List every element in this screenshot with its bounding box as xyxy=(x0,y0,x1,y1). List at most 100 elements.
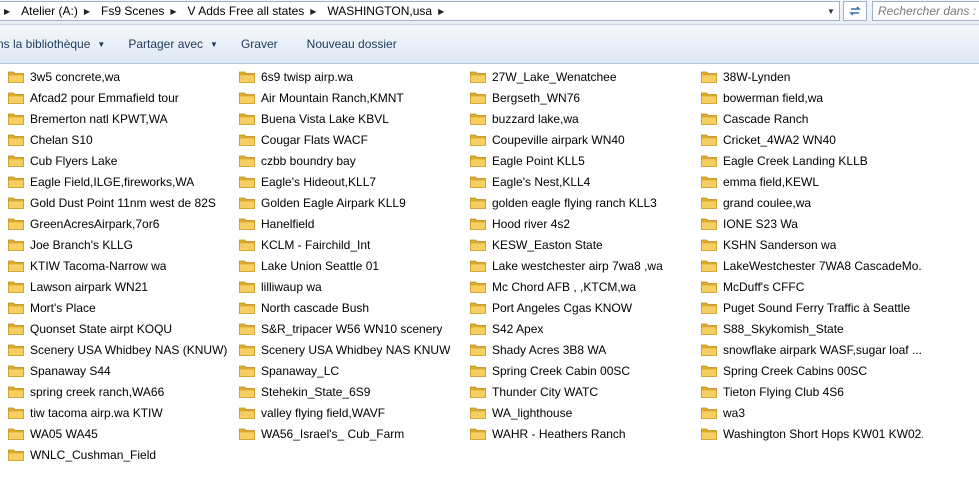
folder-item[interactable]: Hood river 4s2 xyxy=(470,213,690,234)
folder-item[interactable]: Eagle's Hideout,KLL7 xyxy=(239,171,459,192)
search-input[interactable]: Rechercher dans : xyxy=(872,1,979,21)
folder-icon xyxy=(470,407,486,419)
folder-item[interactable]: Scenery USA Whidbey NAS (KNUW) xyxy=(8,339,228,360)
folder-item[interactable]: Spring Creek Cabin 00SC xyxy=(470,360,690,381)
folder-item[interactable]: 6s9 twisp airp.wa xyxy=(239,66,459,87)
chevron-right-icon[interactable]: ▶ xyxy=(310,7,316,16)
folder-item[interactable]: grand coulee,wa xyxy=(701,192,923,213)
folder-item[interactable]: Mort's Place xyxy=(8,297,228,318)
folder-name: buzzard lake,wa xyxy=(492,111,579,126)
refresh-button[interactable] xyxy=(843,1,867,21)
folder-item[interactable]: Cub Flyers Lake xyxy=(8,150,228,171)
folder-item[interactable]: czbb boundry bay xyxy=(239,150,459,171)
new-folder-button[interactable]: Nouveau dossier xyxy=(307,25,397,63)
folder-item[interactable]: Bergseth_WN76 xyxy=(470,87,690,108)
folder-item[interactable]: Eagle Creek Landing KLLB xyxy=(701,150,923,171)
folder-item[interactable]: IONE S23 Wa xyxy=(701,213,923,234)
breadcrumb-item[interactable]: V Adds Free all states ▶ xyxy=(185,1,325,21)
folder-item[interactable]: Joe Branch's KLLG xyxy=(8,234,228,255)
folder-item[interactable]: valley flying field,WAVF xyxy=(239,402,459,423)
folder-item[interactable]: Washington Short Hops KW01 KW02... xyxy=(701,423,923,444)
breadcrumb[interactable]: ▶ Atelier (A:) ▶ Fs9 Scenes ▶ V Adds Free … xyxy=(0,1,840,21)
include-in-library-button[interactable]: ns la bibliothèque ▼ xyxy=(0,25,105,63)
folder-icon xyxy=(701,176,717,188)
folder-name: wa3 xyxy=(723,405,746,420)
folder-item[interactable]: LakeWestchester 7WA8 CascadeMo... xyxy=(701,255,923,276)
breadcrumb-item[interactable]: Fs9 Scenes ▶ xyxy=(98,1,185,21)
folder-item[interactable]: snowflake airpark WASF,sugar loaf ... xyxy=(701,339,923,360)
folder-item[interactable]: 38W-Lynden xyxy=(701,66,923,87)
folder-name: S42 Apex xyxy=(492,321,544,336)
folder-item[interactable]: Puget Sound Ferry Traffic à Seattle xyxy=(701,297,923,318)
folder-item[interactable]: Golden Eagle Airpark KLL9 xyxy=(239,192,459,213)
folder-item[interactable]: Shady Acres 3B8 WA xyxy=(470,339,690,360)
folder-item[interactable]: lilliwaup wa xyxy=(239,276,459,297)
folder-icon xyxy=(8,155,24,167)
folder-item[interactable]: Tieton Flying Club 4S6 xyxy=(701,381,923,402)
folder-item[interactable]: Cougar Flats WACF xyxy=(239,129,459,150)
folder-item[interactable]: GreenAcresAirpark,7or6 xyxy=(8,213,228,234)
chevron-right-icon[interactable]: ▶ xyxy=(438,7,444,16)
folder-item[interactable]: tiw tacoma airp.wa KTIW xyxy=(8,402,228,423)
breadcrumb-item[interactable]: Atelier (A:) ▶ xyxy=(18,1,98,21)
folder-item[interactable]: Hanelfield xyxy=(239,213,459,234)
folder-item[interactable]: wa3 xyxy=(701,402,923,423)
chevron-right-icon[interactable]: ▶ xyxy=(84,7,90,16)
folder-item[interactable]: Quonset State airpt KOQU xyxy=(8,318,228,339)
folder-item[interactable]: Chelan S10 xyxy=(8,129,228,150)
folder-item[interactable]: 27W_Lake_Wenatchee xyxy=(470,66,690,87)
folder-item[interactable]: golden eagle flying ranch KLL3 xyxy=(470,192,690,213)
folder-item[interactable]: Mc Chord AFB , ,KTCM,wa xyxy=(470,276,690,297)
folder-item[interactable]: S88_Skykomish_State xyxy=(701,318,923,339)
folder-item[interactable]: KSHN Sanderson wa xyxy=(701,234,923,255)
folder-item[interactable]: Scenery USA Whidbey NAS KNUW xyxy=(239,339,459,360)
folder-item[interactable]: WA05 WA45 xyxy=(8,423,228,444)
folder-item[interactable]: Eagle Field,ILGE,fireworks,WA xyxy=(8,171,228,192)
folder-item[interactable]: Buena Vista Lake KBVL xyxy=(239,108,459,129)
folder-icon xyxy=(239,386,255,398)
folder-item[interactable]: KCLM - Fairchild_Int xyxy=(239,234,459,255)
folder-item[interactable]: Air Mountain Ranch,KMNT xyxy=(239,87,459,108)
folder-item[interactable]: Thunder City WATC xyxy=(470,381,690,402)
folder-item[interactable]: Lake westchester airp 7wa8 ,wa xyxy=(470,255,690,276)
folder-item[interactable]: 3w5 concrete,wa xyxy=(8,66,228,87)
chevron-down-icon[interactable]: ▼ xyxy=(823,2,839,20)
folder-item[interactable]: WA56_Israel's_ Cub_Farm xyxy=(239,423,459,444)
folder-item[interactable]: Eagle's Nest,KLL4 xyxy=(470,171,690,192)
folder-item[interactable]: Cascade Ranch xyxy=(701,108,923,129)
folder-item[interactable]: Gold Dust Point 11nm west de 82S xyxy=(8,192,228,213)
folder-item[interactable]: bowerman field,wa xyxy=(701,87,923,108)
folder-item[interactable]: Lawson airpark WN21 xyxy=(8,276,228,297)
breadcrumb-root-arrow[interactable]: ▶ xyxy=(0,1,18,21)
burn-button[interactable]: Graver xyxy=(241,25,278,63)
folder-item[interactable]: Bremerton natl KPWT,WA xyxy=(8,108,228,129)
folder-item[interactable]: WA_lighthouse xyxy=(470,402,690,423)
folder-item[interactable]: emma field,KEWL xyxy=(701,171,923,192)
folder-item[interactable]: S&R_tripacer W56 WN10 scenery xyxy=(239,318,459,339)
folder-item[interactable]: buzzard lake,wa xyxy=(470,108,690,129)
folder-item[interactable]: McDuff's CFFC xyxy=(701,276,923,297)
folder-icon xyxy=(239,92,255,104)
folder-item[interactable]: Spanaway_LC xyxy=(239,360,459,381)
folder-item[interactable]: WAHR - Heathers Ranch xyxy=(470,423,690,444)
folder-item[interactable]: Cricket_4WA2 WN40 xyxy=(701,129,923,150)
folder-item[interactable]: Coupeville airpark WN40 xyxy=(470,129,690,150)
folder-item[interactable]: Spring Creek Cabins 00SC xyxy=(701,360,923,381)
folder-item[interactable]: S42 Apex xyxy=(470,318,690,339)
folder-item[interactable]: WNLC_Cushman_Field xyxy=(8,444,228,465)
folder-item[interactable]: Lake Union Seattle 01 xyxy=(239,255,459,276)
share-with-button[interactable]: Partager avec ▼ xyxy=(128,25,218,63)
folder-item[interactable]: KTIW Tacoma-Narrow wa xyxy=(8,255,228,276)
folder-name: Hood river 4s2 xyxy=(492,216,571,231)
folder-item[interactable]: North cascade Bush xyxy=(239,297,459,318)
breadcrumb-item[interactable]: WASHINGTON,usa ▶ xyxy=(324,1,452,21)
chevron-right-icon[interactable]: ▶ xyxy=(170,7,176,16)
folder-item[interactable]: Eagle Point KLL5 xyxy=(470,150,690,171)
folder-name: 6s9 twisp airp.wa xyxy=(261,69,354,84)
folder-item[interactable]: Spanaway S44 xyxy=(8,360,228,381)
folder-item[interactable]: Port Angeles Cgas KNOW xyxy=(470,297,690,318)
folder-item[interactable]: Afcad2 pour Emmafield tour xyxy=(8,87,228,108)
folder-item[interactable]: Stehekin_State_6S9 xyxy=(239,381,459,402)
folder-item[interactable]: spring creek ranch,WA66 xyxy=(8,381,228,402)
folder-item[interactable]: KESW_Easton State xyxy=(470,234,690,255)
